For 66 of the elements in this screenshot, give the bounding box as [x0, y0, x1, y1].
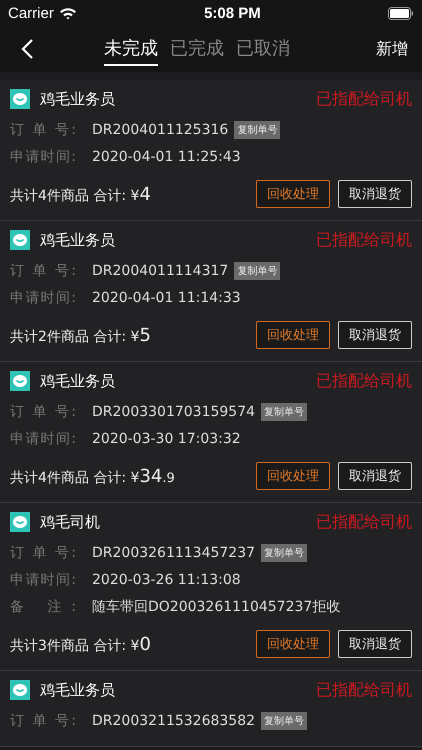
order-status: 已指配给司机 — [316, 88, 412, 110]
field-label: 申请时间: — [10, 570, 76, 588]
action-button[interactable]: 回收处理 — [256, 321, 330, 349]
amount-fraction: .9 — [162, 470, 175, 486]
field-value: DR2003301703159574 — [92, 404, 256, 420]
field-label: 订 单 号: — [10, 712, 76, 730]
status-time: 5:08 PM — [204, 4, 261, 22]
action-button[interactable]: 回收处理 — [256, 630, 330, 658]
order-status: 已指配给司机 — [316, 680, 412, 700]
field-label: 订 单 号: — [10, 262, 76, 280]
order-status: 已指配给司机 — [316, 230, 412, 250]
action-button[interactable]: 取消退货 — [338, 180, 412, 208]
order-status: 已指配给司机 — [316, 370, 412, 392]
chat-bubble-icon — [10, 512, 30, 532]
field-label: 订 单 号: — [10, 402, 76, 420]
order-summary: 共计3件商品 合计: ¥ — [10, 636, 140, 654]
amount-value: 5 — [139, 324, 151, 346]
order-summary: 共计4件商品 合计: ¥ — [10, 468, 140, 486]
sender-name: 鸡毛业务员 — [40, 230, 116, 250]
field-value: DR2004011125316 — [92, 122, 228, 138]
add-button[interactable]: 新增 — [372, 34, 412, 64]
order-status: 已指配给司机 — [316, 512, 412, 532]
back-icon[interactable] — [20, 38, 34, 60]
tab[interactable]: 已完成 — [170, 32, 224, 66]
copy-button[interactable]: 复制单号 — [261, 712, 308, 730]
field-value: 2020-03-30 17:03:32 — [92, 430, 241, 446]
copy-button[interactable]: 复制单号 — [261, 402, 308, 420]
copy-button[interactable]: 复制单号 — [234, 120, 280, 138]
amount-value: 34 — [139, 466, 162, 486]
amount-value: 0 — [139, 634, 151, 654]
action-button[interactable]: 取消退货 — [338, 630, 412, 658]
action-button[interactable]: 回收处理 — [256, 180, 330, 208]
action-button[interactable]: 取消退货 — [338, 321, 412, 349]
chat-bubble-icon — [10, 230, 30, 250]
field-value: 2020-03-26 11:13:08 — [92, 572, 241, 588]
amount-value: 4 — [139, 184, 151, 204]
copy-button[interactable]: 复制单号 — [261, 544, 308, 562]
action-button[interactable]: 取消退货 — [338, 462, 412, 490]
field-label: 订 单 号: — [10, 544, 76, 562]
order-summary: 共计2件商品 合计: ¥ — [10, 328, 140, 346]
chat-bubble-icon — [10, 371, 30, 391]
field-value: DR2003261113457237 — [92, 544, 256, 560]
wifi-icon — [58, 6, 77, 20]
order-summary: 共计4件商品 合计: ¥ — [10, 186, 140, 204]
field-value: DR2004011114317 — [92, 262, 228, 278]
tab[interactable]: 已取消 — [236, 32, 290, 66]
action-button[interactable]: 回收处理 — [256, 462, 330, 490]
chat-bubble-icon — [10, 89, 30, 109]
field-value: 2020-04-01 11:14:33 — [92, 290, 241, 306]
sender-name: 鸡毛业务员 — [40, 90, 116, 108]
sender-name: 鸡毛业务员 — [40, 680, 116, 700]
carrier-label: Carrier — [8, 4, 54, 22]
field-value: 2020-04-01 11:25:43 — [92, 148, 241, 164]
sender-name: 鸡毛司机 — [40, 512, 101, 532]
chat-bubble-icon — [10, 680, 30, 700]
field-label: 申请时间: — [10, 148, 76, 166]
field-value: 随车带回DO2003261110457237拒收 — [92, 598, 340, 616]
copy-button[interactable]: 复制单号 — [234, 262, 280, 280]
tab[interactable]: 未完成 — [104, 32, 158, 66]
field-label: 备 注: — [10, 598, 76, 616]
field-value: DR2003211532683582 — [92, 712, 256, 728]
field-label: 申请时间: — [10, 430, 76, 448]
sender-name: 鸡毛业务员 — [40, 372, 116, 390]
field-label: 订 单 号: — [10, 120, 76, 138]
battery-icon — [388, 6, 414, 20]
field-label: 申请时间: — [10, 288, 76, 306]
